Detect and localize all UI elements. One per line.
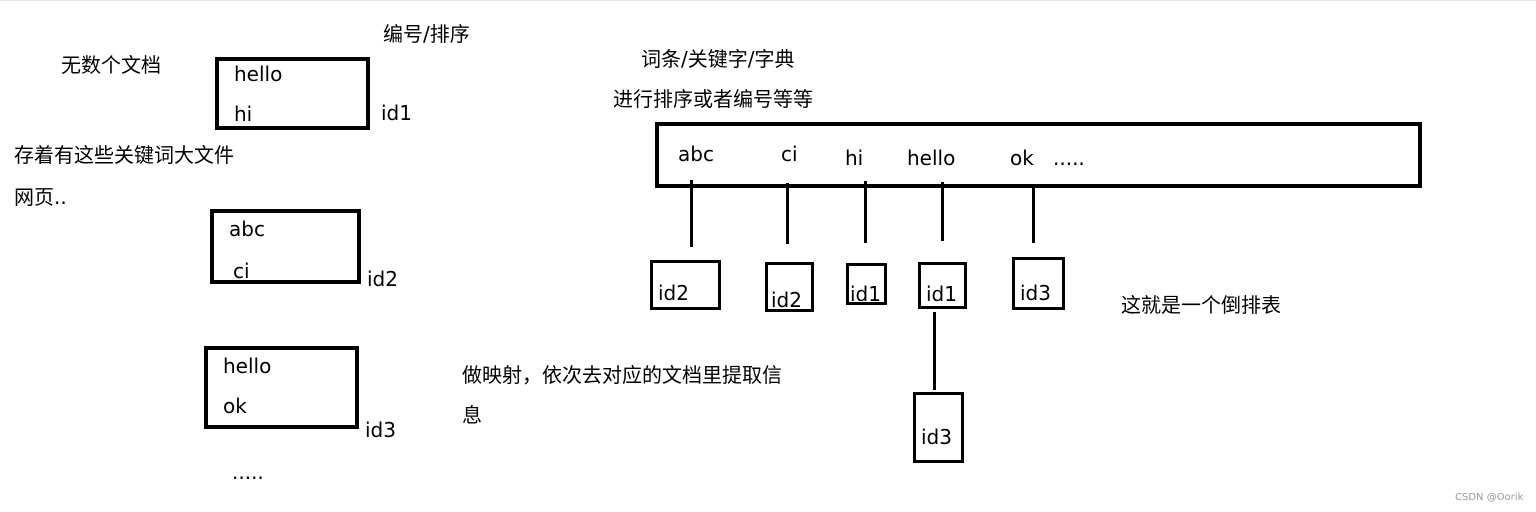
doc1-word-2: hi bbox=[234, 102, 253, 126]
dict-term-hello: hello bbox=[907, 146, 956, 170]
posting-hello-id-1: id1 bbox=[926, 282, 957, 306]
label-mapping-2: 息 bbox=[462, 403, 482, 427]
label-mapping-1: 做映射，依次去对应的文档里提取信 bbox=[462, 363, 782, 387]
posting-ok-id: id3 bbox=[1020, 281, 1051, 305]
label-dict-title: 词条/关键字/字典 bbox=[641, 47, 795, 71]
dict-ellipsis: ..... bbox=[1053, 146, 1085, 170]
connector-hello-chain bbox=[933, 312, 936, 390]
label-countless-docs: 无数个文档 bbox=[61, 53, 161, 77]
label-inverted-index: 这就是一个倒排表 bbox=[1121, 293, 1281, 317]
dict-term-abc: abc bbox=[678, 142, 714, 166]
doc1-word-1: hello bbox=[234, 62, 283, 86]
connector-hi bbox=[864, 181, 867, 243]
top-border bbox=[0, 0, 1536, 1]
label-big-files-2: 网页.. bbox=[14, 185, 67, 209]
posting-hi-id: id1 bbox=[850, 282, 881, 301]
label-dict-subtitle: 进行排序或者编号等等 bbox=[613, 87, 813, 111]
doc2-word-2: ci bbox=[233, 259, 250, 279]
doc3-word-1: hello bbox=[223, 354, 272, 378]
doc2-id-label: id2 bbox=[367, 267, 398, 291]
connector-ci bbox=[786, 183, 789, 244]
dict-term-hi: hi bbox=[845, 146, 864, 170]
more-docs-ellipsis: ..... bbox=[232, 460, 264, 484]
posting-hello-id-2: id3 bbox=[921, 425, 952, 449]
doc3-id-label: id3 bbox=[365, 418, 396, 442]
dictionary-box bbox=[655, 122, 1422, 188]
watermark: CSDN @Oorik bbox=[1455, 492, 1524, 503]
dict-term-ok: ok bbox=[1010, 146, 1034, 170]
posting-abc-id: id2 bbox=[658, 281, 689, 305]
label-big-files-1: 存着有这些关键词大文件 bbox=[14, 143, 234, 167]
label-numbering-sorting: 编号/排序 bbox=[383, 22, 470, 46]
connector-ok bbox=[1032, 188, 1035, 243]
dict-term-ci: ci bbox=[781, 142, 798, 166]
connector-abc bbox=[690, 180, 693, 247]
doc1-id-label: id1 bbox=[381, 101, 412, 125]
doc3-word-2: ok bbox=[223, 394, 247, 418]
posting-ci-id: id2 bbox=[771, 288, 802, 308]
connector-hello bbox=[941, 182, 944, 241]
doc2-word-1: abc bbox=[229, 217, 265, 241]
